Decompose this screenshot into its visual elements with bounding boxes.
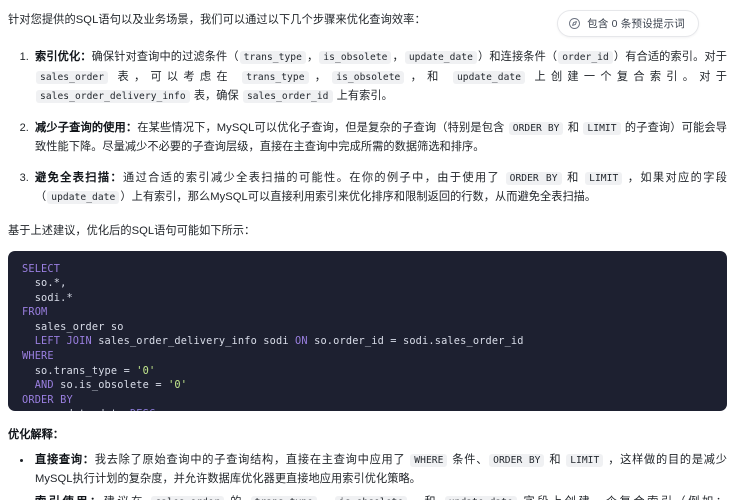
step-lead: 索引优化： bbox=[35, 51, 92, 63]
code-token: sales_order so bbox=[22, 320, 124, 333]
optimization-step-item: 避免全表扫描：通过合适的索引减少全表扫描的可能性。在你的例子中，由于使用了 OR… bbox=[32, 169, 727, 208]
compass-stamp-icon bbox=[568, 17, 581, 30]
explanation-lead: 直接查询： bbox=[35, 453, 95, 466]
text-run: 上有索引。 bbox=[333, 90, 393, 102]
preset-prompt-badge-label: 包含 0 条预设提示词 bbox=[587, 18, 685, 30]
inline-code: is_obsolete bbox=[332, 70, 405, 84]
text-run: 和 bbox=[562, 171, 585, 184]
code-token: so.is_obsolete = bbox=[53, 379, 169, 392]
code-token: FROM bbox=[22, 306, 48, 319]
inline-code: LIMIT bbox=[585, 171, 623, 185]
text-run: ，和 bbox=[408, 496, 444, 500]
code-token: SELECT bbox=[22, 262, 61, 275]
sql-code-content: SELECT so.*, sodi.* FROM sales_order so … bbox=[22, 262, 713, 411]
text-run: ， bbox=[306, 51, 319, 63]
optimization-steps-list: 索引优化：确保针对查询中的过滤条件（trans_type，is_obsolete… bbox=[8, 48, 727, 208]
code-token: ON bbox=[295, 335, 308, 348]
explanation-title: 优化解释： bbox=[8, 428, 64, 441]
text-run: 条件、 bbox=[448, 453, 489, 466]
transition-paragraph: 基于上述建议，优化后的SQL语句可能如下所示： bbox=[8, 224, 256, 237]
code-token: LEFT JOIN bbox=[34, 335, 92, 348]
inline-code: trans_type bbox=[242, 70, 309, 84]
optimization-step-item: 减少子查询的使用：在某些情况下，MySQL可以优化子查询，但是复杂的子查询（特别… bbox=[32, 119, 727, 157]
inline-code: update_date bbox=[47, 191, 120, 204]
text-run: 和 bbox=[545, 453, 566, 466]
explanation-lead: 索引使用： bbox=[35, 496, 104, 500]
code-token: so.*, bbox=[22, 277, 67, 290]
inline-code: sales_order_id bbox=[242, 90, 333, 103]
step-lead: 减少子查询的使用： bbox=[35, 121, 138, 134]
text-run: 在某些情况下，MySQL可以优化子查询，但是复杂的子查询（特别是包含 bbox=[137, 121, 508, 134]
inline-code: sales_order_delivery_info bbox=[36, 90, 190, 103]
text-run: ）和连接条件（ bbox=[477, 51, 558, 63]
inline-code: LIMIT bbox=[566, 453, 604, 467]
text-run: ， bbox=[318, 496, 334, 500]
text-run: ）有合适的索引。对于 bbox=[613, 51, 727, 63]
code-token: sales_order_delivery_info sodi bbox=[91, 335, 296, 348]
inline-code: ORDER BY bbox=[505, 171, 562, 185]
explanation-list: 直接查询：我去除了原始查询中的子查询结构，直接在主查询中应用了 WHERE 条件… bbox=[8, 451, 727, 500]
code-token: ORDER BY bbox=[22, 393, 73, 406]
inline-code: is_obsolete bbox=[335, 495, 408, 500]
text-run: ， bbox=[309, 70, 332, 83]
text-run: ）上有索引，那么MySQL可以直接利用索引来优化排序和限制返回的行数，从而避免全… bbox=[120, 191, 597, 203]
text-run: 通过合适的索引减少全表扫描的可能性。在你的例子中，由于使用了 bbox=[123, 171, 505, 184]
text-run: 和 bbox=[564, 121, 583, 134]
sql-code-block[interactable]: SELECT so.*, sodi.* FROM sales_order so … bbox=[8, 250, 727, 411]
explanation-item: 直接查询：我去除了原始查询中的子查询结构，直接在主查询中应用了 WHERE 条件… bbox=[32, 451, 727, 489]
inline-code: update_date bbox=[452, 70, 526, 84]
inline-code: order_id bbox=[558, 51, 613, 64]
code-token: so.update_date bbox=[22, 408, 130, 410]
text-run: 表，确保 bbox=[190, 90, 242, 102]
code-token: '0' bbox=[168, 379, 188, 392]
preset-prompt-badge[interactable]: 包含 0 条预设提示词 bbox=[557, 10, 699, 37]
inline-code: update_date bbox=[404, 51, 477, 64]
inline-code: LIMIT bbox=[583, 121, 621, 135]
text-run: 字段上创建一个复合索引（例如： bbox=[518, 496, 727, 500]
inline-code: sales_order bbox=[151, 495, 224, 500]
inline-code: sales_order bbox=[36, 70, 109, 84]
optimization-step-item: 索引优化：确保针对查询中的过滤条件（trans_type，is_obsolete… bbox=[32, 48, 727, 107]
inline-code: WHERE bbox=[410, 453, 448, 467]
code-token: so.order_id = sodi.sales_order_id bbox=[307, 335, 524, 348]
code-token: WHERE bbox=[22, 350, 54, 363]
answer-panel: 针对您提供的SQL语句以及业务场景，我们可以通过以下几个步骤来优化查询效率： 包… bbox=[0, 0, 735, 500]
inline-code: trans_type bbox=[239, 51, 306, 64]
code-token: so.trans_type = bbox=[22, 364, 137, 377]
text-run: 我去除了原始查询中的子查询结构，直接在主查询中应用了 bbox=[94, 453, 410, 466]
explanation-item: 索引使用：建议在 sales_order 的 trans_type，is_obs… bbox=[32, 493, 727, 500]
step-lead: 避免全表扫描： bbox=[35, 171, 123, 184]
inline-code: ORDER BY bbox=[489, 453, 545, 467]
text-run: 上创建一个复合索引。对于 bbox=[526, 70, 727, 83]
inline-code: ORDER BY bbox=[508, 121, 564, 135]
intro-paragraph: 针对您提供的SQL语句以及业务场景，我们可以通过以下几个步骤来优化查询效率： bbox=[8, 14, 426, 26]
text-run: 确保针对查询中的过滤条件（ bbox=[91, 51, 239, 63]
text-run: 表，可以考虑在 bbox=[109, 70, 242, 83]
code-token: AND bbox=[34, 379, 54, 392]
text-run: 的 bbox=[225, 496, 250, 500]
inline-code: is_obsolete bbox=[319, 51, 392, 64]
text-run: 建议在 bbox=[104, 496, 151, 500]
inline-code: update_date bbox=[444, 495, 517, 500]
text-run: ， bbox=[392, 51, 404, 63]
code-token: DESC bbox=[130, 408, 155, 410]
text-run: ，和 bbox=[405, 70, 452, 83]
intro-row: 针对您提供的SQL语句以及业务场景，我们可以通过以下几个步骤来优化查询效率： 包… bbox=[8, 9, 727, 37]
code-token: '0' bbox=[136, 364, 156, 377]
code-token: sodi.* bbox=[22, 291, 73, 304]
inline-code: trans_type bbox=[250, 495, 317, 500]
